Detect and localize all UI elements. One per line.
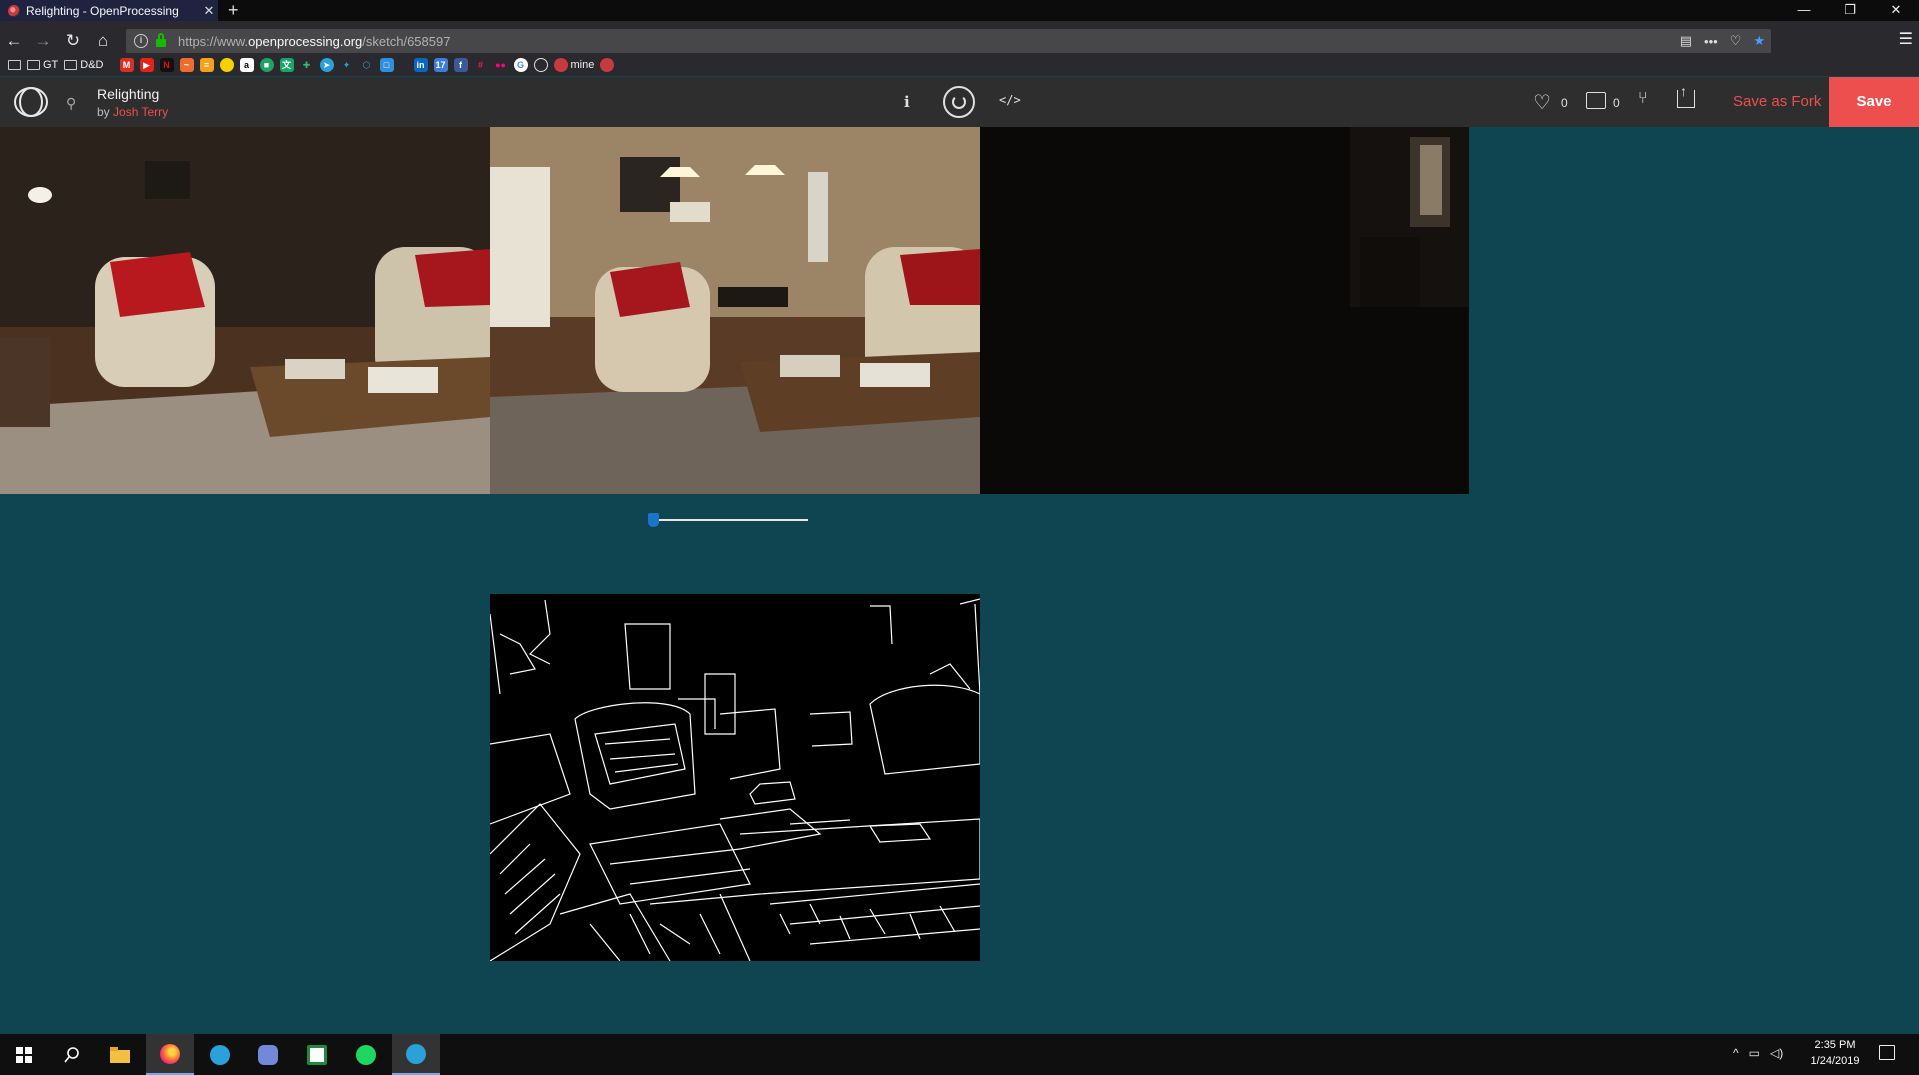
user-add-icon[interactable]: ⚲ — [66, 95, 76, 112]
like-count: 0 — [1561, 96, 1568, 110]
sprout-icon[interactable]: ✚ — [300, 58, 314, 72]
edge-detection-output — [489, 594, 981, 962]
linkedin-icon[interactable]: in — [413, 58, 428, 72]
box-icon[interactable]: □ — [379, 58, 394, 72]
file-explorer-icon[interactable] — [96, 1034, 144, 1075]
system-tray: ^ ▭ ◁) — [1733, 1046, 1783, 1060]
openprocessing-icon — [553, 58, 568, 72]
notification-icon[interactable] — [1879, 1045, 1895, 1060]
flickr-icon[interactable]: ●● — [494, 58, 508, 72]
clock-date[interactable]: 1/24/2019 — [1807, 1055, 1863, 1067]
window-minimize-button[interactable]: — — [1781, 0, 1827, 21]
author-link[interactable]: Josh Terry — [113, 105, 168, 119]
network-icon[interactable]: ▭ — [1749, 1046, 1760, 1060]
facebook-icon[interactable]: f — [453, 58, 468, 72]
discord-icon[interactable] — [244, 1034, 292, 1075]
slider-track[interactable] — [652, 519, 808, 521]
url-bar[interactable]: i https://www.openprocessing.org/sketch/… — [126, 29, 1771, 53]
openprocessing-icon[interactable] — [600, 58, 615, 72]
sway-icon[interactable] — [293, 1034, 341, 1075]
code-button[interactable]: </> — [999, 93, 1021, 107]
tab-title: Relighting - OpenProcessing — [26, 3, 179, 18]
window-close-button[interactable]: ✕ — [1873, 0, 1919, 21]
sketch-header: ⚲ Relighting by Josh Terry i </> ♡ 0 0 ⑂… — [0, 77, 1919, 127]
slack-icon[interactable]: # — [474, 58, 488, 72]
windows-taskbar: ^ ▭ ◁) 2:35 PM 1/24/2019 — [0, 1034, 1919, 1075]
openprocessing-logo-icon[interactable] — [13, 86, 49, 118]
spotify-icon[interactable] — [342, 1034, 390, 1075]
bookmark-folder[interactable] — [8, 60, 21, 70]
new-tab-button[interactable]: + — [228, 0, 239, 21]
sketch-canvas[interactable] — [0, 127, 1919, 1034]
volume-icon[interactable]: ◁) — [1770, 1046, 1783, 1060]
feedly-icon[interactable]: ~ — [179, 58, 194, 72]
page-actions-icon[interactable]: ••• — [1704, 34, 1718, 49]
cube-icon[interactable]: ⬡ — [360, 58, 374, 72]
room-photo-original — [0, 127, 490, 494]
chrome-icon[interactable]: G — [513, 58, 528, 72]
netflix-icon[interactable]: N — [159, 58, 174, 72]
pocket-icon[interactable]: ♡ — [1730, 33, 1742, 49]
classroom-icon[interactable]: ■ — [259, 58, 274, 72]
sunrise-icon[interactable]: ≡ — [199, 58, 214, 72]
restart-button[interactable] — [943, 86, 975, 118]
browser-tab-strip: Relighting - OpenProcessing ✕ + — ❐ ✕ — [0, 0, 1919, 21]
sketch-title: Relighting — [97, 86, 160, 102]
slider-thumb[interactable] — [648, 513, 659, 527]
forward-arrow-icon[interactable]: → — [31, 29, 55, 53]
gmail-icon[interactable]: M — [119, 58, 134, 72]
bookmarks-bar: GT D&D M ▶ N ~ ≡ a ■ 文 ✚ ➤ ✦ ⬡ □ in 17 f… — [0, 54, 1919, 76]
openprocessing-favicon-icon — [8, 4, 20, 17]
relight-slider[interactable] — [648, 513, 808, 527]
comment-count: 0 — [1613, 96, 1620, 110]
bookmark-star-icon[interactable]: ★ — [1753, 33, 1765, 49]
lock-icon — [156, 33, 166, 47]
folder-icon — [8, 60, 21, 70]
telegram-icon[interactable]: ➤ — [319, 58, 334, 72]
share-icon[interactable] — [1677, 83, 1695, 108]
reload-icon[interactable]: ↻ — [61, 29, 85, 53]
clock-time[interactable]: 2:35 PM — [1809, 1039, 1861, 1051]
save-button[interactable]: Save — [1829, 77, 1919, 127]
save-as-fork-button[interactable]: Save as Fork — [1733, 93, 1821, 110]
firefox-icon[interactable] — [146, 1034, 194, 1075]
telegram-icon[interactable] — [196, 1034, 244, 1075]
bookmark-folder-dnd[interactable]: D&D — [64, 59, 104, 71]
keep-icon[interactable] — [219, 58, 234, 72]
fork-icon[interactable]: ⑂ — [1638, 90, 1648, 108]
youtube-icon[interactable]: ▶ — [139, 58, 154, 72]
folder-icon — [27, 60, 40, 70]
url-text[interactable]: https://www.openprocessing.org/sketch/65… — [178, 34, 450, 49]
start-icon[interactable] — [0, 1034, 48, 1075]
heart-icon[interactable]: ♡ — [1533, 90, 1551, 115]
search-icon[interactable] — [48, 1034, 96, 1075]
bookmark-folder-gt[interactable]: GT — [27, 59, 58, 71]
globe-icon[interactable] — [533, 58, 548, 72]
window-restore-button[interactable]: ❐ — [1827, 0, 1873, 21]
translate-icon[interactable]: 文 — [279, 58, 294, 72]
browser-tab[interactable]: Relighting - OpenProcessing ✕ — [0, 0, 218, 21]
bookmark-mine[interactable]: mine — [553, 58, 594, 72]
amazon-icon[interactable]: a — [239, 58, 254, 72]
telegram-icon[interactable] — [392, 1034, 440, 1075]
room-photo-dark — [980, 127, 1469, 494]
tab-close-icon[interactable]: ✕ — [200, 3, 218, 19]
home-icon[interactable]: ⌂ — [91, 29, 115, 53]
hamburger-menu-icon[interactable]: ☰ — [1899, 29, 1913, 49]
chevron-up-icon[interactable]: ^ — [1733, 1046, 1739, 1060]
twitter-icon[interactable]: ✦ — [340, 58, 354, 72]
sketch-author-line: by Josh Terry — [97, 105, 169, 119]
comment-icon[interactable] — [1586, 92, 1606, 109]
calendar-icon[interactable]: 17 — [433, 58, 448, 72]
site-info-icon[interactable]: i — [134, 34, 148, 48]
back-arrow-icon[interactable]: ← — [2, 29, 26, 53]
reader-view-icon[interactable]: ▤ — [1680, 33, 1692, 49]
info-button[interactable]: i — [904, 93, 910, 111]
room-photo-relit — [490, 127, 980, 494]
folder-icon — [64, 60, 78, 70]
